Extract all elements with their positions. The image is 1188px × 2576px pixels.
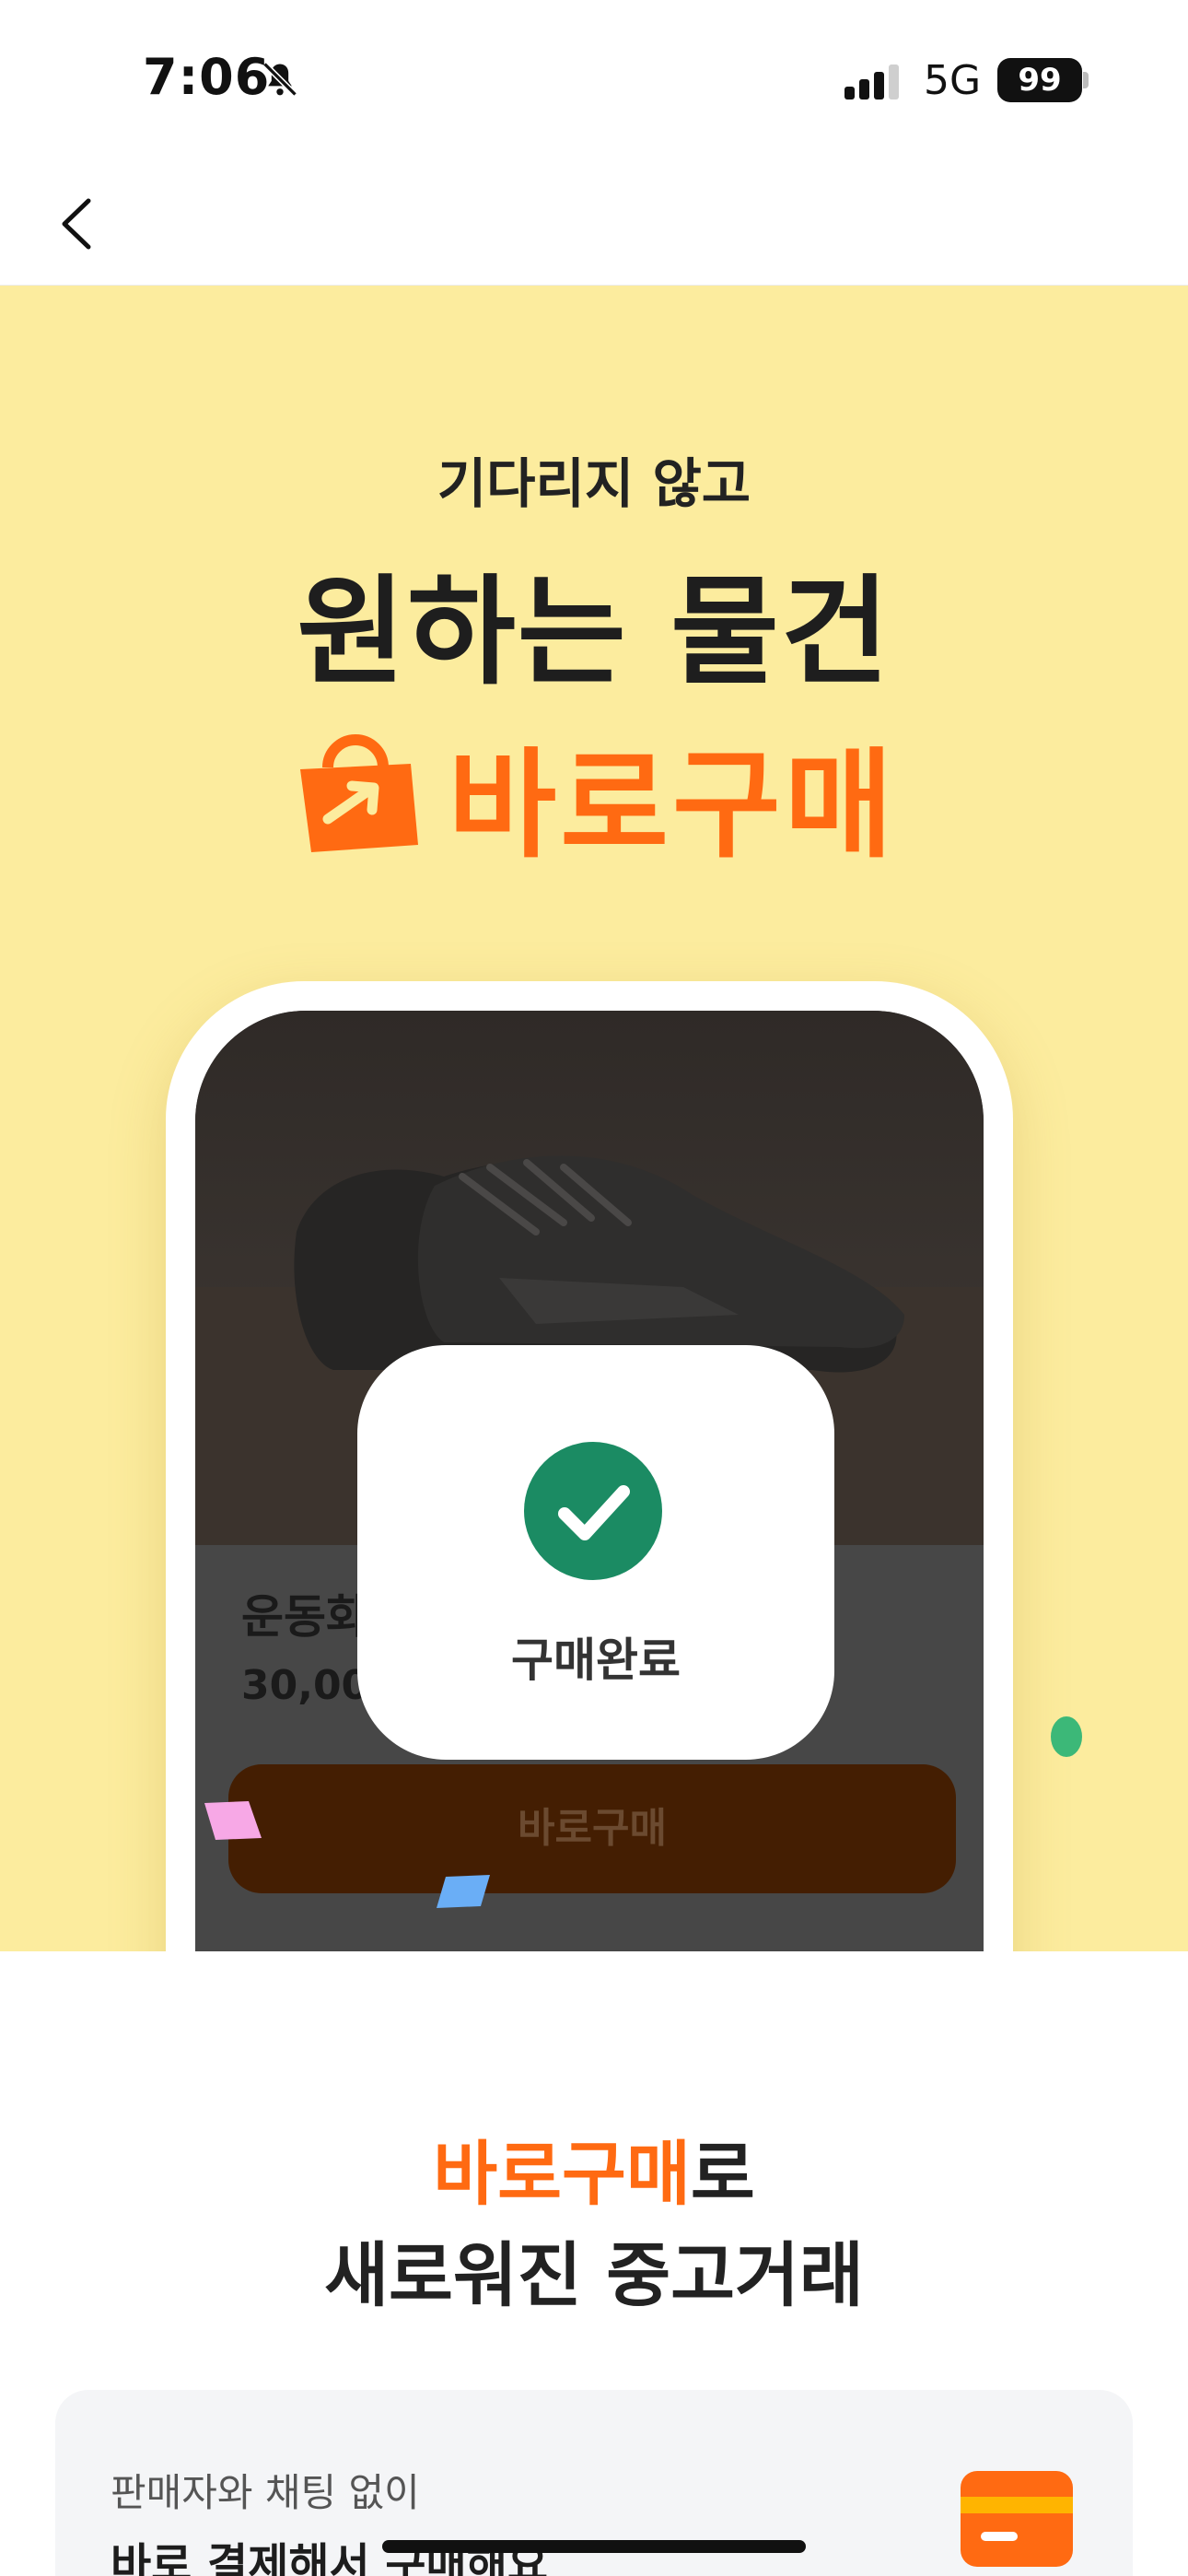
- purchase-complete-dialog: 구매완료: [357, 1345, 834, 1760]
- battery-tip: [1083, 72, 1089, 88]
- signal-bars-icon: [844, 64, 899, 100]
- confetti-green: [1051, 1716, 1082, 1757]
- item-name: 운동화: [241, 1590, 368, 1644]
- section-title-suffix: 로: [690, 2133, 755, 2215]
- buy-now-button[interactable]: 바로구매: [228, 1764, 956, 1893]
- shopping-bag-arrow-icon: [300, 733, 419, 852]
- feature-section: 바로구매로 새로워진 중고거래 판매자와 채팅 없이 바로 결제해서 구매해요: [0, 1951, 1188, 2576]
- chevron-left-icon[interactable]: [46, 192, 111, 256]
- confetti-blue: [437, 1875, 490, 1908]
- credit-card-icon: [961, 2471, 1073, 2567]
- section-title-line2: 새로워진 중고거래: [324, 2234, 864, 2316]
- section-title-line1: 바로구매로: [0, 2117, 1188, 2219]
- status-bar: 7:06 5G 99: [0, 0, 1188, 157]
- confetti-pink: [204, 1801, 262, 1840]
- hero-kicker: 기다리지 않고: [437, 452, 751, 515]
- hero-banner: 기다리지 않고 원하는 물건 바로구매 운동화 30,000원 바로구매 구매완…: [0, 286, 1188, 1951]
- nav-bar: [0, 157, 1188, 286]
- hero-brand: 바로구매: [0, 709, 1188, 880]
- feature-subtitle: 판매자와 채팅 없이: [111, 2470, 420, 2515]
- hero-title: 원하는 물건: [297, 564, 891, 701]
- purchase-complete-label: 구매완료: [511, 1633, 681, 1687]
- battery-indicator: 99: [997, 58, 1082, 102]
- check-circle-icon: [524, 1442, 662, 1580]
- section-title-accent: 바로구매: [433, 2133, 691, 2215]
- home-indicator[interactable]: [382, 2540, 806, 2553]
- brand-text: 바로구매: [448, 737, 897, 874]
- network-label: 5G: [924, 57, 982, 104]
- status-time: 7:06: [143, 48, 271, 106]
- bell-slash-icon: [262, 62, 297, 97]
